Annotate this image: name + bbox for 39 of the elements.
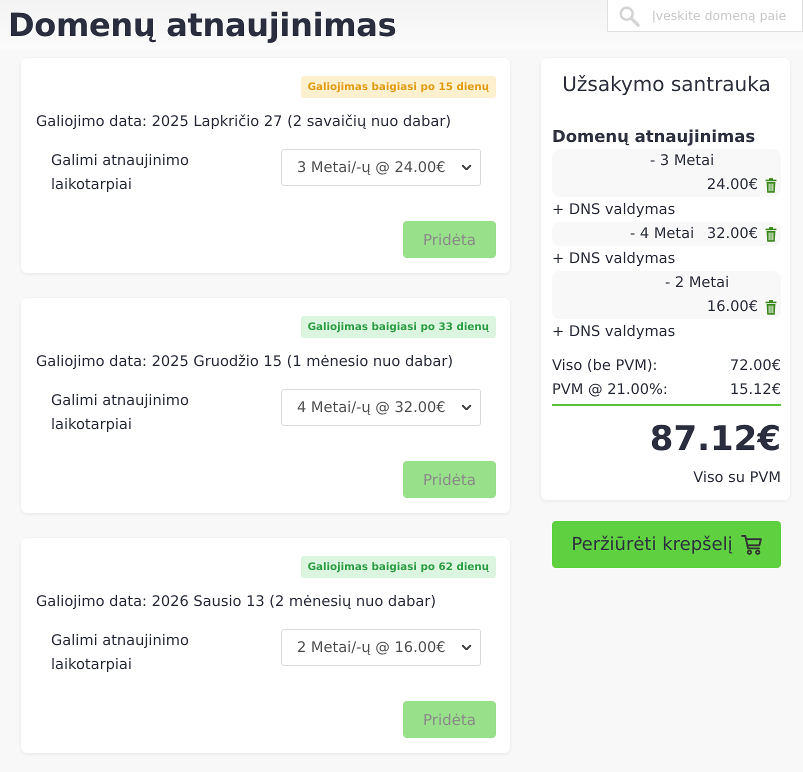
page-title: Domenų atnaujinimas — [8, 6, 396, 44]
period-label: Galimi atnaujinimo laikotarpiai — [51, 631, 190, 675]
period-label: Galimi atnaujinimo laikotarpiai — [51, 151, 190, 195]
expiry-date-text: Galiojimo data: 2026 Sausio 13 (2 mėnesių nuo dabar) — [36, 592, 438, 612]
addon-text: + DNS valdymas — [552, 200, 676, 220]
totals-value: 15.12€ — [730, 380, 781, 400]
expiry-badge: Galiojimas baigiasi po 33 dienų — [300, 316, 496, 338]
period-label: Galimi atnaujinimo laikotarpiai — [51, 391, 190, 435]
addon-text: + DNS valdymas — [552, 322, 676, 342]
totals-value: 72.00€ — [730, 356, 781, 376]
period-dropdown[interactable]: 4 Metai/-ų @ 32.00€ — [281, 389, 481, 426]
item-price: 16.00€ — [706, 297, 758, 317]
chevron-down-icon — [462, 165, 471, 170]
chevron-down-icon — [462, 645, 471, 650]
item-price: 24.00€ — [706, 175, 758, 195]
expiry-date-text: Galiojimo data: 2025 Gruodžio 15 (1 mėnesio nuo dabar) — [36, 352, 454, 372]
addon-text: + DNS valdymas — [552, 249, 676, 269]
period-dropdown[interactable]: 3 Metai/-ų @ 24.00€ — [281, 149, 481, 186]
item-price: 32.00€ — [706, 224, 758, 244]
summary-title: Užsakymo santrauka — [561, 71, 772, 98]
period-dropdown[interactable]: 2 Metai/-ų @ 16.00€ — [281, 629, 481, 666]
item-name-text: - 3 Metai — [650, 151, 714, 171]
grand-total-label: Viso su PVM — [692, 468, 781, 488]
totals-label: PVM @ 21.00%: — [552, 380, 668, 400]
expiry-badge: Galiojimas baigiasi po 62 dienų — [300, 556, 496, 578]
expiry-badge: Galiojimas baigiasi po 15 dienų — [300, 76, 496, 98]
section-heading: Domenų atnaujinimas — [552, 126, 756, 148]
view-cart-button[interactable]: Peržiūrėti krepšelį — [552, 521, 781, 568]
cart-icon — [740, 534, 762, 554]
chevron-down-icon — [462, 405, 471, 410]
search-icon — [618, 5, 640, 27]
trash-icon[interactable] — [765, 178, 777, 192]
trash-icon[interactable] — [765, 226, 777, 242]
grand-total: 87.12€ — [648, 418, 781, 461]
totals-label: Viso (be PVM): — [552, 356, 658, 376]
trash-icon[interactable] — [765, 300, 777, 314]
expiry-date-text: Galiojimo data: 2025 Lapkričio 27 (2 savaičių nuo dabar) — [36, 112, 452, 132]
item-name-text: - 2 Metai — [665, 273, 730, 293]
item-name-text: - 4 Metai — [630, 224, 694, 244]
